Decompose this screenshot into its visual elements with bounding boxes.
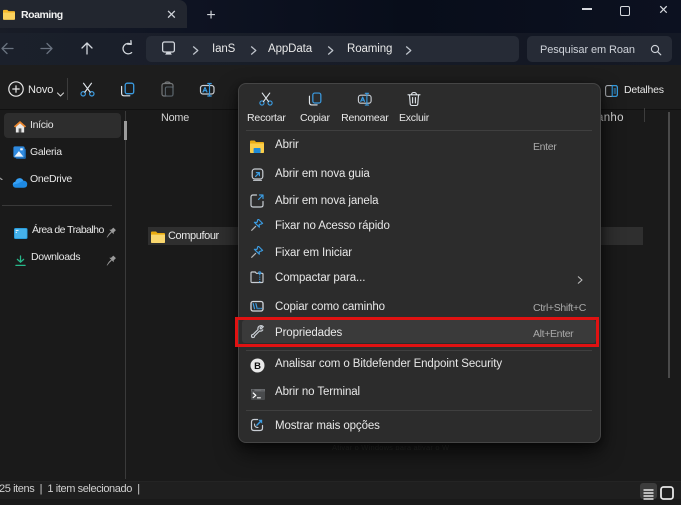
svg-text:B: B: [254, 361, 261, 372]
